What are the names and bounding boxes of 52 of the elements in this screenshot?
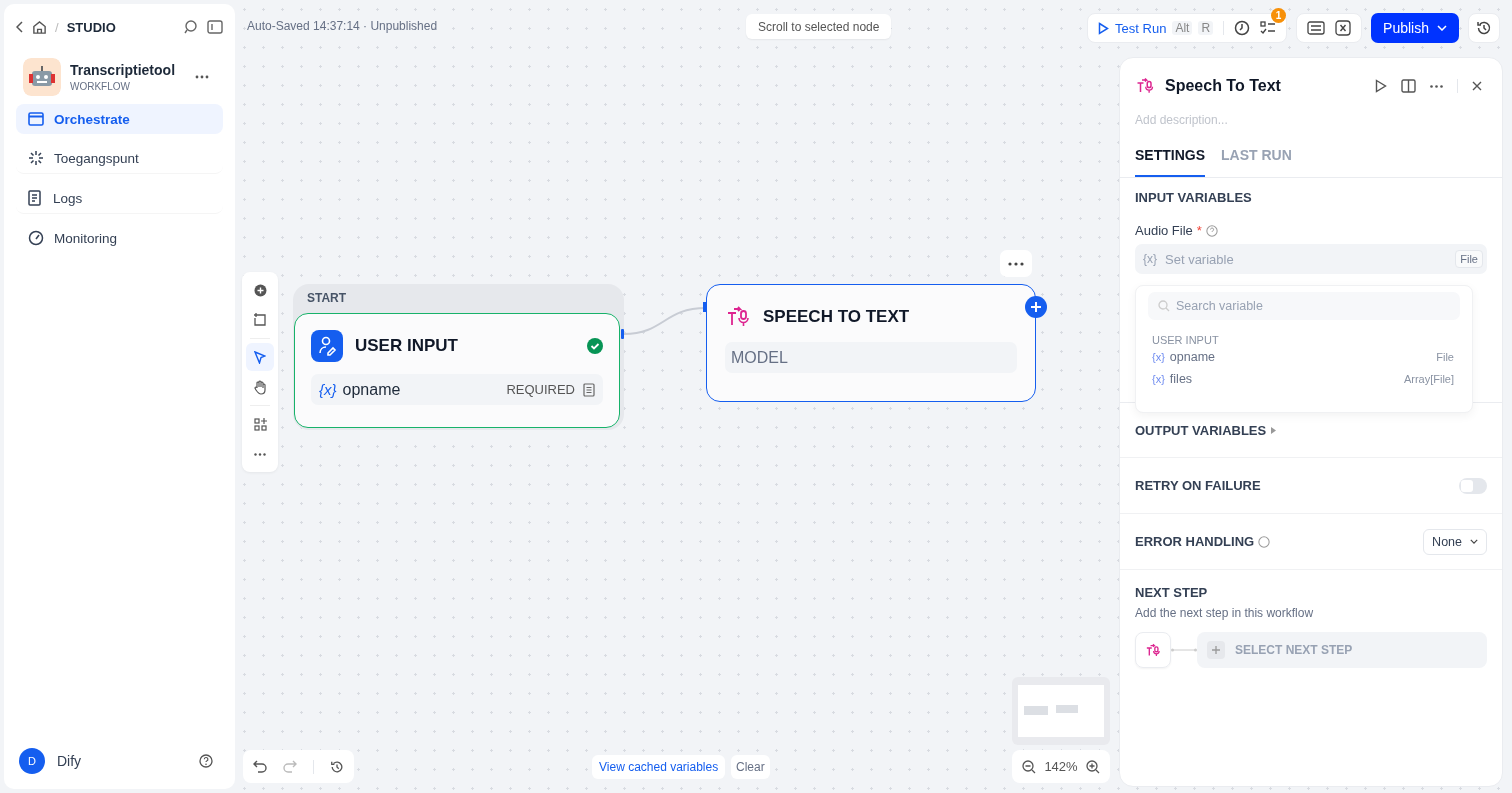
group-label: USER INPUT [1152,334,1220,346]
panel-title: Speech To Text [1165,77,1281,95]
node-title: SPEECH TO TEXT [763,307,910,327]
shortcut-key: Alt [1172,21,1193,35]
nav-item[interactable]: Monitoring [16,223,223,253]
variable-type: File [1436,351,1454,363]
error-handling-select[interactable]: None [1423,528,1487,555]
start-label: START [307,291,347,305]
speech-to-text-node[interactable]: SPEECH TO TEXT MODEL [706,284,1036,402]
variable-icon: {x} [1152,373,1165,385]
user-avatar[interactable]: D [19,748,45,774]
user-name: Dify [57,753,82,769]
required-label: REQUIRED [506,382,575,397]
section-title: RETRY ON FAILURE [1135,478,1261,493]
variable-icon: {x} [319,381,337,398]
view-cached-variables-button[interactable]: View cached variables [592,755,726,779]
variable-name: files [1169,372,1193,386]
breadcrumb-title[interactable]: STUDIO [66,19,116,35]
node-title: USER INPUT [355,336,458,356]
panel-tab[interactable]: SETTINGS [1135,147,1205,177]
nav-item[interactable]: Orchestrate [16,104,223,134]
field-label: Audio File [1135,223,1193,238]
publish-button[interactable]: Publish [1371,13,1459,43]
breadcrumb-separator: / [55,19,59,35]
variable-option[interactable]: {x} files Array[File] [1148,368,1460,390]
save-status: Auto-Saved 14:37:14 · Unpublished [247,19,438,33]
zoom-level[interactable]: 142% [1044,759,1078,774]
nav-item[interactable]: Logs [16,183,223,214]
variable-option[interactable]: {x} opname File [1148,346,1460,368]
model-field: MODEL [725,342,1017,373]
clear-button[interactable]: Clear [731,755,770,779]
section-title[interactable]: OUTPUT VARIABLES [1135,422,1277,438]
notification-badge: 1 [1271,8,1287,23]
variable-select-field[interactable]: {x} Set variable File [1135,244,1487,274]
section-title: ERROR HANDLING [1135,534,1255,549]
user-input-node[interactable]: USER INPUT {x} opname REQUIRED [294,313,620,428]
variable-type: Array[File] [1403,373,1454,385]
nav-item[interactable]: Toegangspunt [16,143,223,174]
app-type: WORKFLOW [70,81,131,92]
variable-icon: {x} [1143,252,1157,266]
shortcut-key: R [1198,21,1214,35]
variable-name: opname [342,380,401,399]
scroll-hint-button[interactable]: Scroll to selected node [746,14,892,39]
variable-icon: {x} [1152,351,1165,363]
section-hint: Add the next step in this workflow [1135,606,1315,620]
variable-name: opname [1169,350,1216,364]
app-name: Transcriptietool [70,62,177,78]
section-title: INPUT VARIABLES [1135,190,1253,205]
required-mark: * [1196,223,1202,238]
placeholder-text: Set variable [1165,251,1234,267]
section-title: NEXT STEP [1135,585,1209,600]
type-tag: File [1455,250,1483,268]
